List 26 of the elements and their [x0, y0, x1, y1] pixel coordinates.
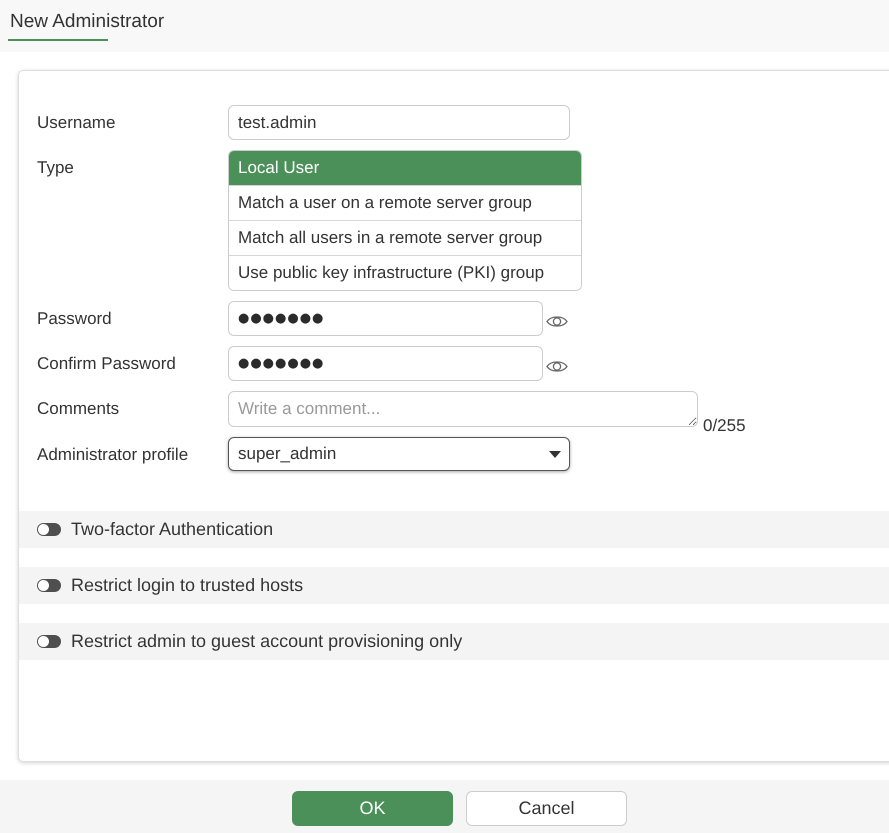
type-option[interactable]: Local User [229, 151, 581, 185]
section-label: Restrict login to trusted hosts [71, 575, 304, 596]
eye-icon[interactable] [546, 359, 568, 374]
field-label: Username [37, 112, 116, 134]
toggle-switch[interactable] [37, 523, 61, 536]
field-label: Comments [37, 398, 120, 420]
eye-icon[interactable] [546, 314, 568, 329]
comment-field[interactable]: Write a comment... [228, 391, 698, 427]
field-label: Administrator profile [37, 444, 190, 466]
cancel-button[interactable]: Cancel [466, 791, 627, 826]
character-counter: 0/255 [703, 416, 746, 436]
toggle-switch[interactable] [37, 579, 61, 592]
text-input[interactable]: test.admin [228, 105, 570, 140]
section-label: Two-factor Authentication [71, 519, 274, 540]
profile-dropdown[interactable]: super_admin [228, 437, 570, 471]
toggle-switch[interactable] [37, 635, 61, 648]
field-label: Type [37, 157, 75, 179]
password-input[interactable]: ●●●●●●● [228, 346, 543, 381]
section-label: Restrict admin to guest account provisioning only [71, 631, 462, 652]
page-title: New Administrator [10, 10, 164, 34]
type-option[interactable]: Use public key infrastructure (PKI) group [229, 255, 581, 290]
caret-icon [549, 450, 561, 458]
field-label: Confirm Password [37, 353, 177, 375]
ok-button[interactable]: OK [292, 791, 453, 826]
field-label: Password [37, 308, 113, 330]
password-input[interactable]: ●●●●●●● [228, 301, 543, 336]
